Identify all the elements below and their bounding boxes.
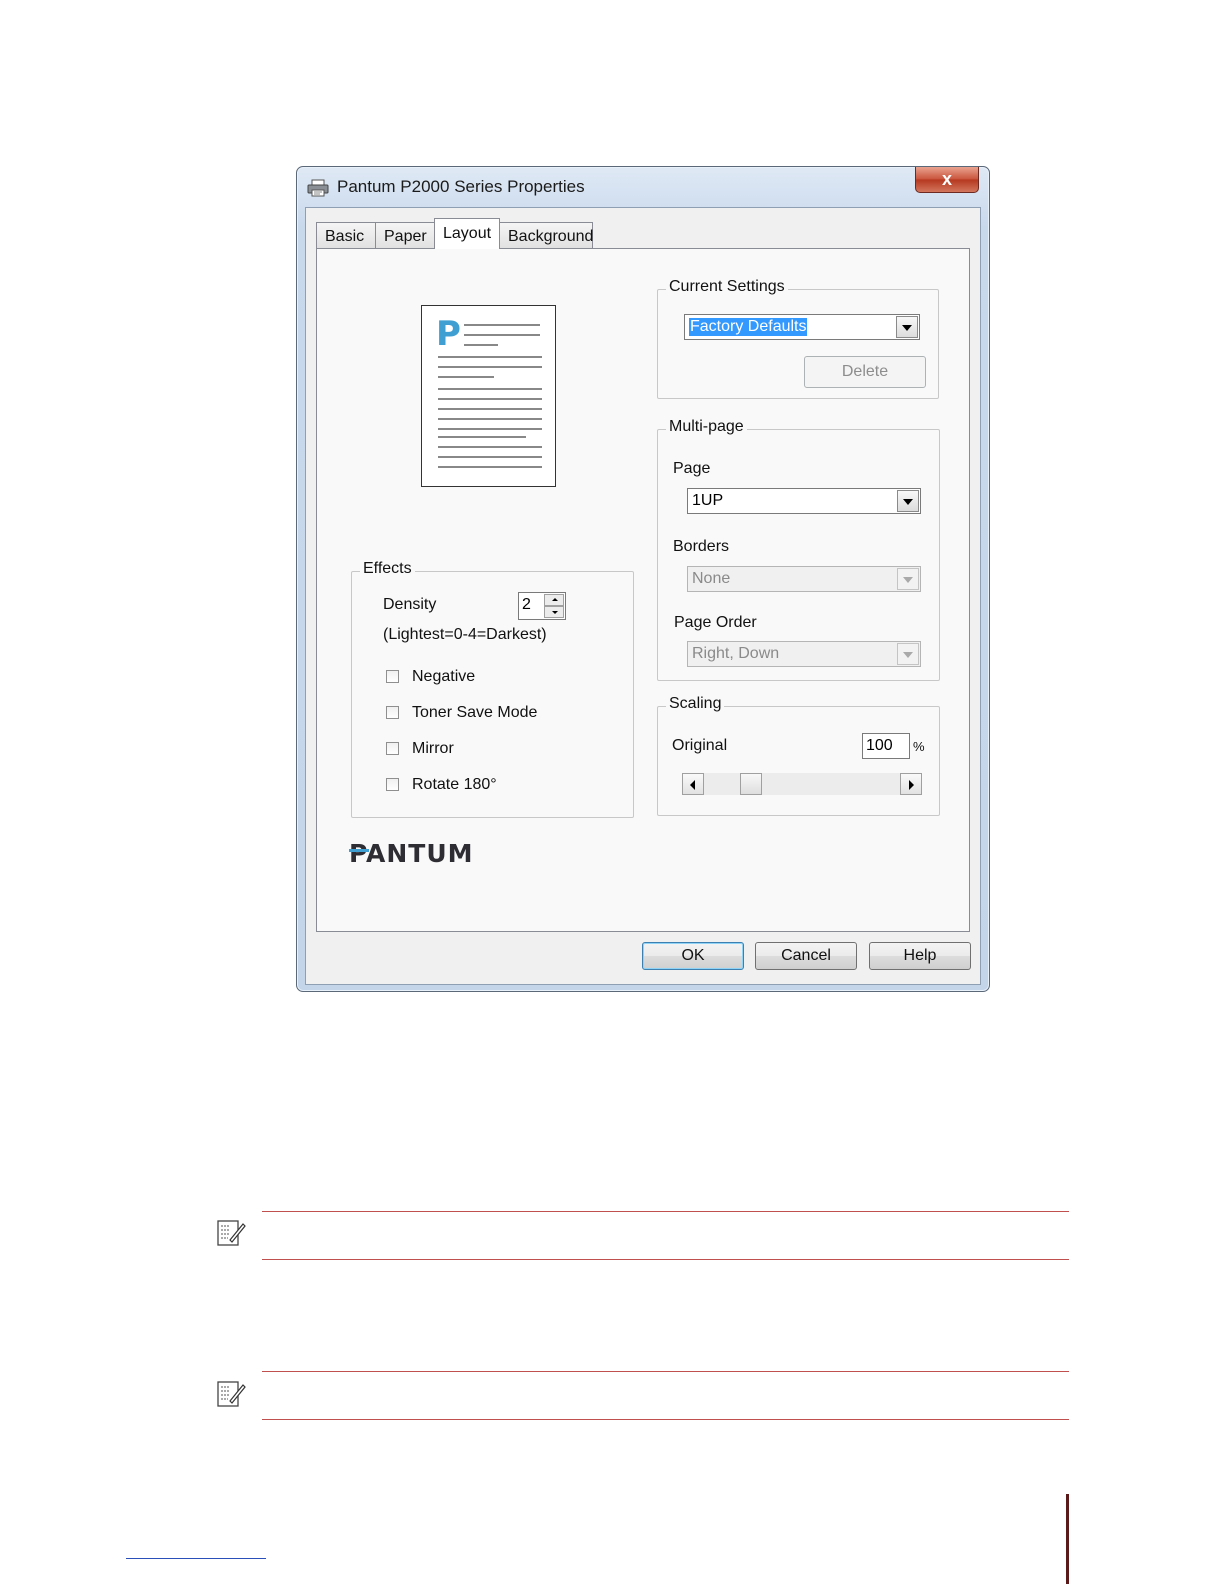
chevron-down-icon[interactable] — [897, 643, 919, 665]
layout-tab-panel: P Current Settings Factory Defaults Dele… — [316, 248, 970, 932]
preview-line — [438, 466, 542, 468]
preview-line — [438, 428, 542, 430]
tab-background[interactable]: Background — [499, 222, 593, 248]
chevron-down-icon[interactable] — [896, 316, 918, 338]
borders-label: Borders — [673, 538, 730, 555]
current-settings-value: Factory Defaults — [689, 318, 808, 336]
tab-basic-label: Basic — [325, 228, 365, 245]
multipage-group: Multi-page Page 1UP Borders None Page Or… — [657, 418, 940, 681]
window-title: Pantum P2000 Series Properties — [337, 177, 585, 196]
dialog-client-area: Basic Paper Layout Background P Current … — [305, 207, 981, 985]
current-settings-group: Current Settings Factory Defaults Delete — [657, 278, 939, 399]
scaling-input[interactable]: 100 — [862, 733, 910, 759]
tab-layout[interactable]: Layout — [434, 218, 500, 249]
mirror-label: Mirror — [412, 740, 454, 757]
borders-select-value: None — [692, 570, 731, 587]
page-order-value: Right, Down — [692, 645, 780, 662]
chevron-down-icon[interactable] — [897, 490, 919, 512]
density-hint: (Lightest=0-4=Darkest) — [383, 626, 547, 643]
toner-save-label: Toner Save Mode — [412, 704, 538, 721]
cancel-button[interactable]: Cancel — [755, 942, 857, 970]
title-bar[interactable]: Pantum P2000 Series Properties x — [297, 167, 989, 207]
percent-unit: % — [913, 739, 925, 754]
preview-line — [438, 418, 542, 420]
printer-properties-dialog: Pantum P2000 Series Properties x Basic P… — [296, 166, 990, 992]
note-icon — [217, 1220, 246, 1246]
toner-save-checkbox[interactable]: Toner Save Mode — [386, 704, 586, 724]
preview-line — [438, 436, 526, 438]
preview-line — [438, 456, 542, 458]
preview-line — [438, 366, 542, 368]
preview-line — [464, 334, 540, 336]
current-settings-select[interactable]: Factory Defaults — [684, 314, 920, 340]
page-order-select[interactable]: Right, Down — [687, 641, 921, 667]
note-rule-top — [262, 1371, 1069, 1372]
tab-basic[interactable]: Basic — [316, 222, 376, 248]
page-select-value: 1UP — [692, 492, 724, 509]
preview-line — [438, 398, 542, 400]
effects-label: Effects — [360, 560, 415, 578]
rotate-label: Rotate 180° — [412, 776, 497, 793]
page-select[interactable]: 1UP — [687, 488, 921, 514]
scaling-label: Scaling — [666, 695, 725, 713]
negative-checkbox[interactable]: Negative — [386, 668, 586, 688]
effects-group: Effects Density 2 (Lightest=0-4=Darkest)… — [351, 560, 634, 818]
checkbox-box[interactable] — [386, 778, 399, 791]
note-rule-top — [262, 1211, 1069, 1212]
multipage-label: Multi-page — [666, 418, 747, 436]
preview-line — [438, 446, 542, 448]
slider-thumb[interactable] — [740, 773, 762, 795]
preview-line — [464, 324, 540, 326]
preview-letter: P — [436, 314, 461, 354]
footer-link-underline[interactable] — [126, 1558, 266, 1559]
checkbox-box[interactable] — [386, 706, 399, 719]
scaling-value: 100 — [866, 737, 893, 754]
preview-line — [438, 388, 542, 390]
current-settings-label: Current Settings — [666, 278, 788, 296]
density-value: 2 — [522, 596, 531, 613]
density-label: Density — [383, 596, 437, 613]
tab-paper-label: Paper — [384, 228, 427, 245]
borders-select[interactable]: None — [687, 566, 921, 592]
checkbox-box[interactable] — [386, 742, 399, 755]
close-button[interactable]: x — [915, 167, 979, 193]
scroll-right-icon[interactable] — [900, 773, 922, 795]
note-rule-bottom — [262, 1419, 1069, 1420]
preview-line — [438, 356, 542, 358]
mirror-checkbox[interactable]: Mirror — [386, 740, 586, 760]
page-margin-bar — [1066, 1494, 1069, 1584]
scaling-group: Scaling Original 100 % — [657, 695, 940, 816]
tab-paper[interactable]: Paper — [375, 222, 435, 248]
spin-up-icon[interactable] — [544, 594, 564, 606]
rotate-checkbox[interactable]: Rotate 180° — [386, 776, 586, 796]
close-icon: x — [941, 169, 952, 189]
help-button[interactable]: Help — [869, 942, 971, 970]
original-label: Original — [672, 737, 728, 754]
page-preview: P — [421, 305, 556, 487]
negative-label: Negative — [412, 668, 476, 685]
density-spinner[interactable]: 2 — [518, 592, 566, 620]
scroll-left-icon[interactable] — [682, 773, 704, 795]
chevron-down-icon[interactable] — [897, 568, 919, 590]
scaling-slider[interactable] — [682, 773, 922, 795]
preview-line — [438, 376, 494, 378]
printer-icon — [307, 179, 329, 197]
note-icon — [217, 1381, 246, 1407]
page-label: Page — [673, 460, 711, 477]
page-order-label: Page Order — [674, 614, 757, 631]
checkbox-box[interactable] — [386, 670, 399, 683]
pantum-logo: PANTUM — [349, 839, 474, 868]
ok-button[interactable]: OK — [642, 942, 744, 970]
note-rule-bottom — [262, 1259, 1069, 1260]
delete-button[interactable]: Delete — [804, 356, 926, 388]
spin-down-icon[interactable] — [544, 606, 564, 618]
tab-background-label: Background — [508, 228, 594, 245]
preview-line — [438, 408, 542, 410]
tab-layout-label: Layout — [443, 225, 492, 242]
preview-line — [464, 344, 498, 346]
